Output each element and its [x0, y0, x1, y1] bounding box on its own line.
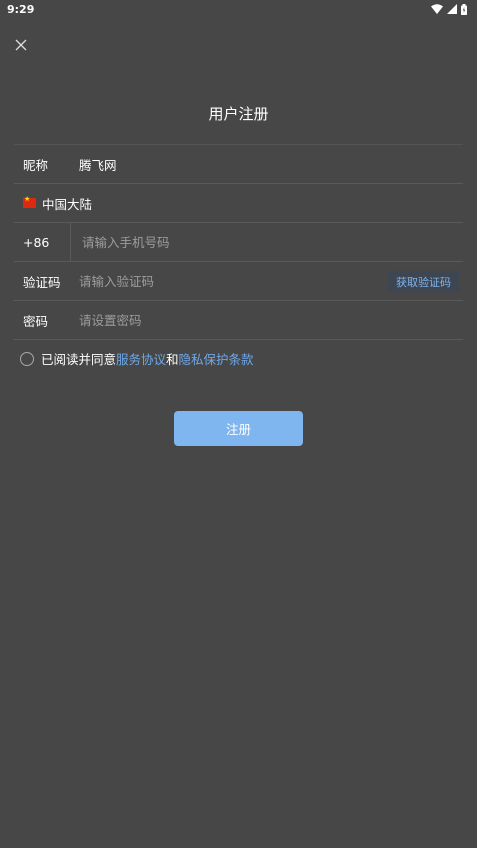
close-button[interactable] [10, 34, 32, 56]
signal-icon [447, 4, 457, 14]
status-time: 9:29 [7, 3, 35, 16]
password-label: 密码 [23, 313, 49, 329]
status-bar: 9:29 [0, 0, 477, 20]
page-title: 用户注册 [208, 105, 269, 123]
region-selector[interactable]: 中国大陆 [14, 194, 92, 213]
get-code-button[interactable]: 获取验证码 [388, 271, 459, 292]
verify-code-label: 验证码 [23, 274, 61, 290]
battery-icon [461, 3, 467, 15]
nickname-field[interactable]: 腾飞网 [79, 155, 117, 174]
phone-row: +86 [14, 223, 463, 262]
verify-code-input[interactable] [79, 273, 319, 289]
agreement-prefix: 已阅读并同意 [41, 352, 117, 367]
close-icon [15, 39, 27, 51]
password-input[interactable] [79, 312, 319, 328]
register-form: 昵称 腾飞网 中国大陆 +86 验证码 获取验证码 密码 [14, 144, 463, 340]
country-code[interactable]: +86 [14, 223, 71, 261]
nickname-label: 昵称 [23, 157, 49, 173]
wifi-icon [431, 4, 443, 14]
register-button[interactable]: 注册 [174, 411, 303, 446]
agree-radio[interactable] [20, 351, 34, 366]
china-flag-icon [23, 195, 36, 208]
region-row: 中国大陆 [14, 184, 463, 223]
status-icons [431, 3, 467, 15]
agreement-and: 和 [166, 352, 179, 367]
privacy-policy-link[interactable]: 隐私保护条款 [179, 349, 254, 368]
service-agreement-link[interactable]: 服务协议 [116, 349, 166, 368]
password-row: 密码 [14, 301, 463, 340]
nickname-row: 昵称 腾飞网 [14, 144, 463, 184]
verify-code-row: 验证码 获取验证码 [14, 262, 463, 301]
phone-input[interactable] [82, 234, 322, 250]
agreement: 已阅读并同意 服务协议 和 隐私保护条款 [20, 349, 254, 368]
region-label: 中国大陆 [42, 196, 93, 212]
